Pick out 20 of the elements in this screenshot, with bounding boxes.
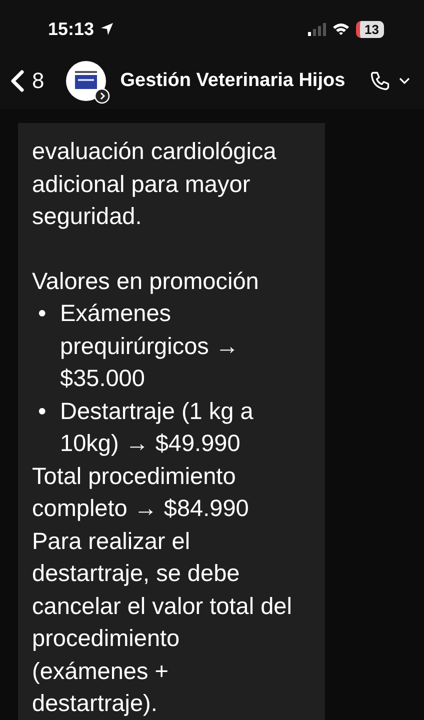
- battery-indicator: 13: [356, 20, 384, 38]
- message-text: evaluación cardiológica adicional para mayor seguridad.: [32, 137, 278, 231]
- back-chevron-icon: [10, 70, 24, 92]
- logo: [73, 70, 100, 90]
- signal-icon: [308, 22, 326, 36]
- phone-icon[interactable]: [369, 70, 391, 92]
- chevron-badge-icon: [94, 88, 110, 104]
- back-button[interactable]: 8: [10, 68, 44, 94]
- bullet-marker: •: [38, 299, 48, 328]
- message-text: Total procedimiento completo → $84.990: [32, 462, 250, 523]
- status-time: 15:13: [48, 18, 94, 40]
- bullet-item: Destartraje (1 kg a 10kg) → $49.990: [60, 396, 254, 458]
- dropdown-chevron-icon[interactable]: [399, 76, 410, 84]
- chat-title[interactable]: Gestión Veterinaria Hijos: [120, 70, 346, 92]
- bullet-marker: •: [38, 396, 48, 426]
- location-arrow-icon: [100, 22, 114, 36]
- bullet-item: Exámenes prequirúrgicos → $35.000: [60, 299, 240, 393]
- message-text: Valores en promoción: [32, 266, 260, 296]
- wifi-icon: [332, 22, 350, 36]
- message-text: Para realizar el destartraje, se debe cancelar el valor total del procedimiento (exámenes + destartraje).: [32, 526, 293, 718]
